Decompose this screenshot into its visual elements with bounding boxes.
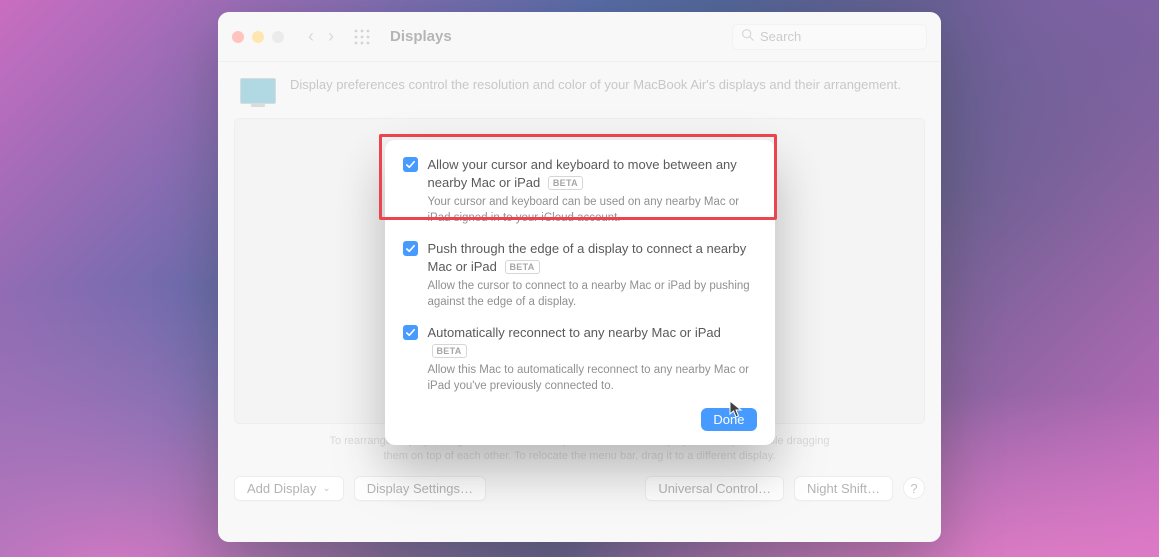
display-icon (240, 78, 276, 104)
option-title: Automatically reconnect to any nearby Ma… (428, 324, 757, 359)
close-window-button[interactable] (232, 31, 244, 43)
zoom-window-button[interactable] (272, 31, 284, 43)
beta-badge: BETA (548, 176, 583, 190)
search-input[interactable] (760, 29, 918, 44)
display-settings-button[interactable]: Display Settings… (354, 476, 486, 501)
preferences-window: ‹ › Displays Display preferences control… (218, 12, 941, 542)
intro-row: Display preferences control the resoluti… (218, 62, 941, 112)
search-field[interactable] (732, 24, 927, 50)
night-shift-button[interactable]: Night Shift… (794, 476, 893, 501)
checkbox-push-through-edge[interactable] (403, 241, 418, 256)
chevron-down-icon: ⌄ (322, 483, 330, 494)
universal-control-button[interactable]: Universal Control… (645, 476, 784, 501)
option-push-through-edge: Push through the edge of a display to co… (403, 240, 757, 310)
intro-text: Display preferences control the resoluti… (290, 76, 901, 94)
back-button[interactable]: ‹ (308, 26, 314, 47)
option-desc: Allow this Mac to automatically reconnec… (428, 363, 757, 394)
done-button[interactable]: Done (701, 408, 756, 431)
checkbox-auto-reconnect[interactable] (403, 325, 418, 340)
beta-badge: BETA (505, 260, 540, 274)
window-controls (232, 31, 284, 43)
titlebar: ‹ › Displays (218, 12, 941, 62)
help-button[interactable]: ? (903, 477, 925, 499)
bottom-toolbar: Add Display ⌄ Display Settings… Universa… (218, 464, 941, 515)
search-icon (741, 28, 754, 46)
checkbox-allow-cursor-keyboard[interactable] (403, 157, 418, 172)
forward-button[interactable]: › (328, 26, 334, 47)
option-allow-cursor-keyboard: Allow your cursor and keyboard to move b… (403, 156, 757, 226)
show-all-icon[interactable] (354, 29, 370, 45)
universal-control-sheet: Allow your cursor and keyboard to move b… (385, 140, 775, 445)
add-display-button[interactable]: Add Display ⌄ (234, 476, 344, 501)
option-auto-reconnect: Automatically reconnect to any nearby Ma… (403, 324, 757, 394)
option-title: Allow your cursor and keyboard to move b… (428, 156, 757, 191)
window-title: Displays (390, 28, 452, 45)
beta-badge: BETA (432, 344, 467, 358)
minimize-window-button[interactable] (252, 31, 264, 43)
option-desc: Your cursor and keyboard can be used on … (428, 195, 757, 226)
option-title: Push through the edge of a display to co… (428, 240, 757, 275)
option-desc: Allow the cursor to connect to a nearby … (428, 279, 757, 310)
